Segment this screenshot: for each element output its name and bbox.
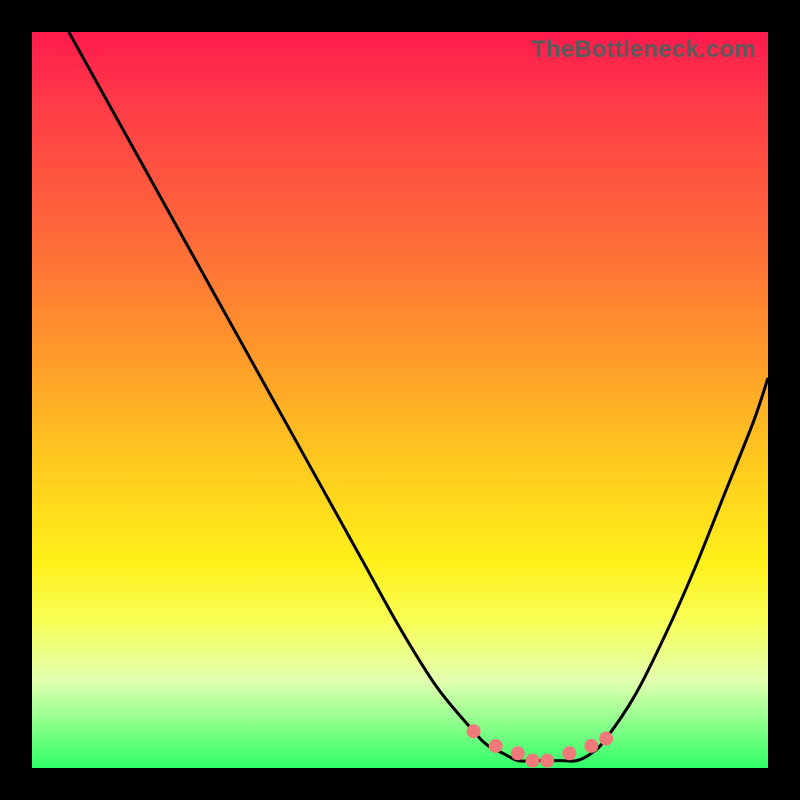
highlight-dot: [489, 739, 503, 753]
highlight-dot: [599, 732, 613, 746]
highlight-dot: [584, 739, 598, 753]
gradient-plot-area: TheBottleneck.com: [32, 32, 768, 768]
bottleneck-curve-svg: [32, 32, 768, 768]
highlight-dot: [562, 746, 576, 760]
highlight-dot: [511, 746, 525, 760]
chart-frame: TheBottleneck.com: [0, 0, 800, 800]
highlight-dot: [467, 724, 481, 738]
highlight-dot: [525, 754, 539, 768]
highlight-dot: [540, 754, 554, 768]
bottleneck-curve-path: [69, 32, 768, 761]
